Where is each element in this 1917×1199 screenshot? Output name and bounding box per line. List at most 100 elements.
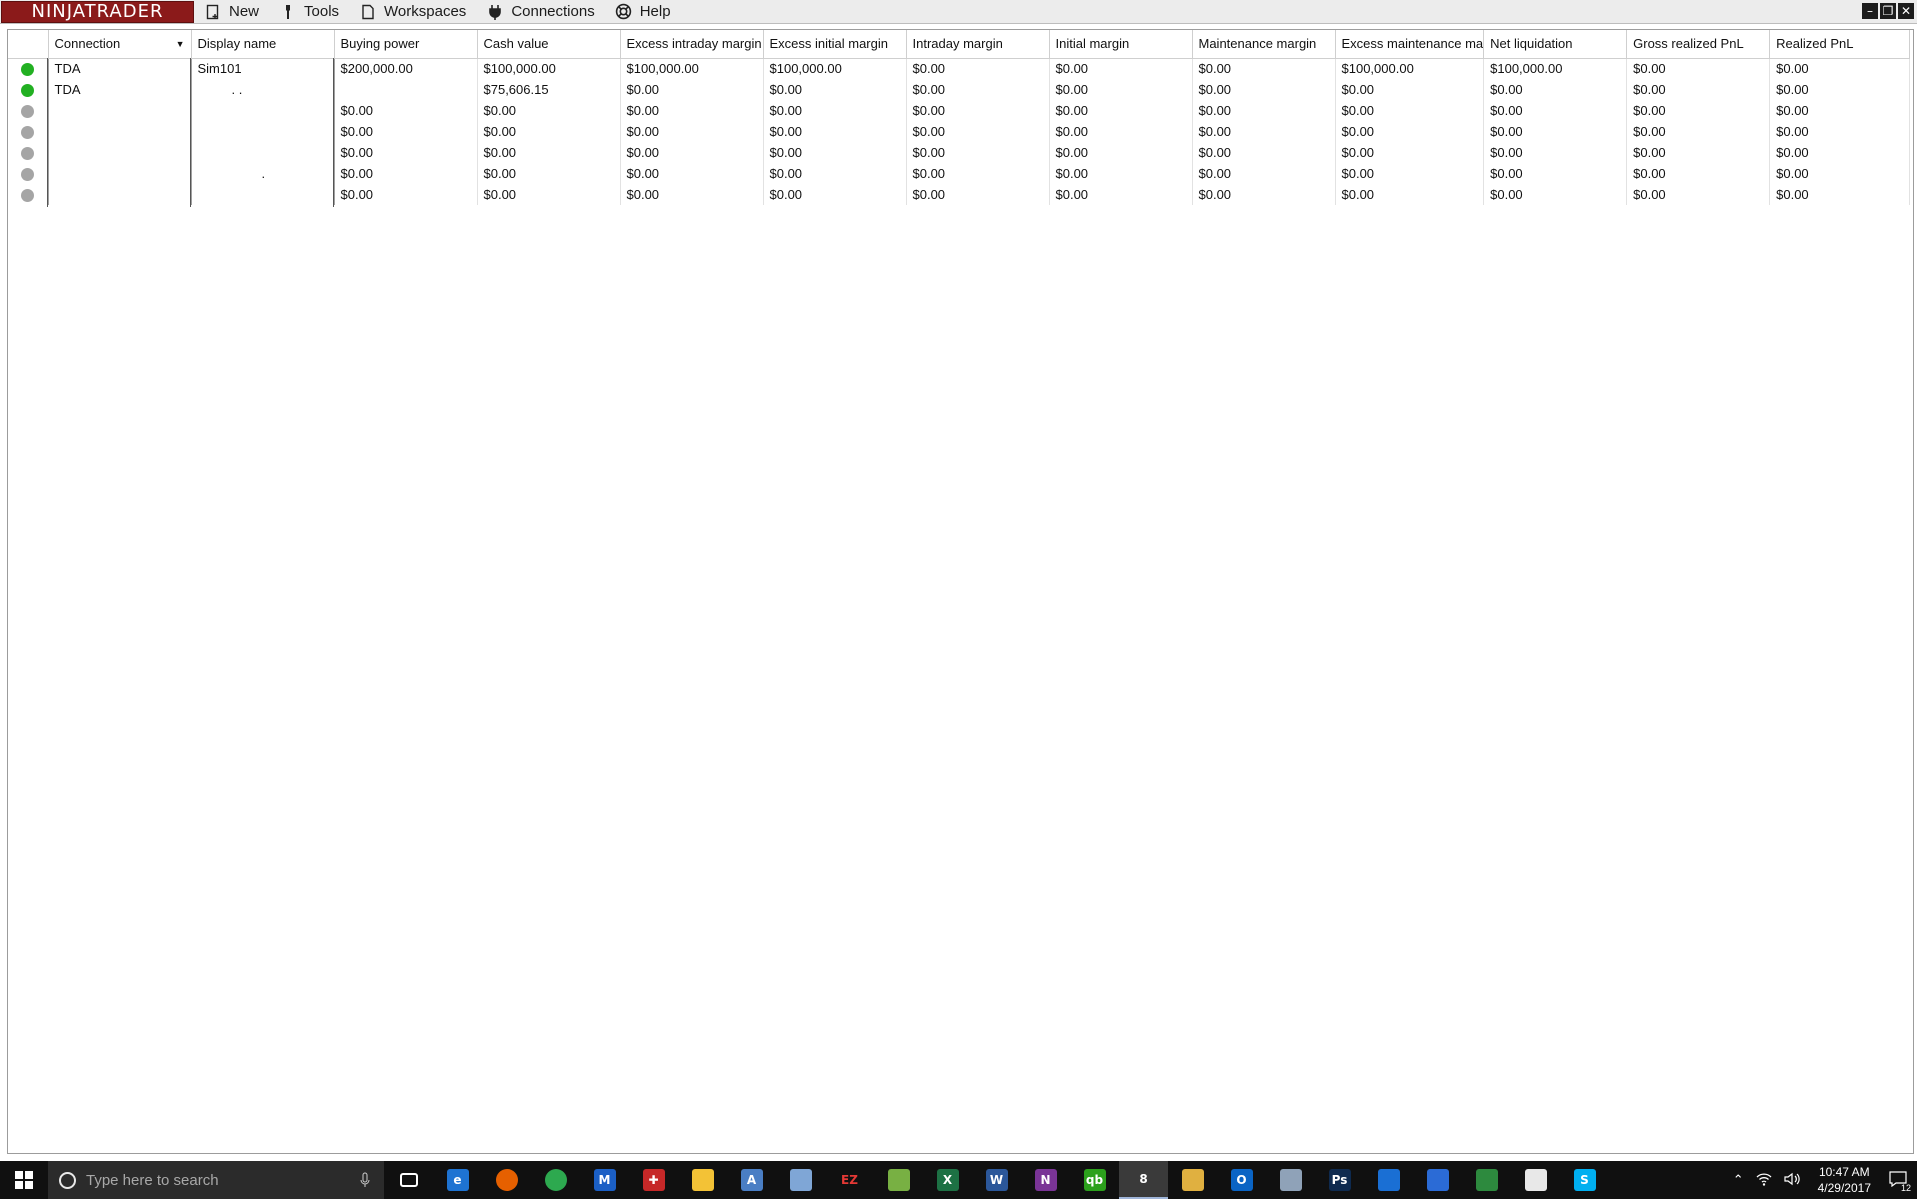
menu-tools[interactable]: Tools	[269, 1, 349, 23]
workspaces-icon	[359, 3, 377, 21]
column-header-cash-value[interactable]: Cash value	[477, 30, 621, 59]
taskbar-app-button[interactable]: N	[1021, 1161, 1070, 1199]
taskbar-app-button[interactable]	[1413, 1161, 1462, 1199]
taskbar-app-button[interactable]	[482, 1161, 531, 1199]
menu-connections[interactable]: Connections	[476, 1, 604, 23]
connections-icon	[486, 3, 504, 21]
taskbar-app-button[interactable]	[1462, 1161, 1511, 1199]
onenote-icon: N	[1034, 1169, 1057, 1191]
column-header-maintenance-margin[interactable]: Maintenance margin	[1192, 30, 1336, 59]
taskbar-app-button[interactable]	[531, 1161, 580, 1199]
taskbar-app-button[interactable]: A	[727, 1161, 776, 1199]
taskbar-app-button[interactable]	[1511, 1161, 1560, 1199]
column-header-connection[interactable]: Connection ▼	[48, 30, 192, 59]
taskbar-app-button[interactable]	[1168, 1161, 1217, 1199]
cortana-icon	[59, 1171, 76, 1189]
notification-count: 12	[1900, 1182, 1911, 1193]
column-header-intraday-margin[interactable]: Intraday margin	[906, 30, 1050, 59]
column-header-excess-maintenance-margin[interactable]: Excess maintenance ma	[1335, 30, 1485, 59]
clock-time: 10:47 AM	[1818, 1165, 1870, 1179]
taskbar-app-button[interactable]	[678, 1161, 727, 1199]
defender-icon	[1377, 1169, 1400, 1191]
taskbar-app-button[interactable]: O	[1217, 1161, 1266, 1199]
taskbar-app-button[interactable]: ✚	[629, 1161, 678, 1199]
taskbar-app-button[interactable]: qb	[1070, 1161, 1119, 1199]
firefox-icon	[495, 1169, 518, 1191]
taskbar-search-placeholder: Type here to search	[86, 1171, 219, 1189]
app-doc-icon: A	[740, 1169, 763, 1191]
skype-icon: S	[1573, 1169, 1596, 1191]
start-button[interactable]	[0, 1161, 48, 1199]
column-header-connection-label: Connection	[54, 36, 121, 52]
column-header-realized-pnl[interactable]: Realized PnL	[1769, 30, 1911, 59]
ez-icon: EZ	[838, 1169, 861, 1191]
column-header-initial-margin[interactable]: Initial margin	[1049, 30, 1193, 59]
menu-workspaces-label: Workspaces	[384, 3, 467, 20]
taskbar-app-button[interactable]	[776, 1161, 825, 1199]
word-icon: W	[985, 1169, 1008, 1191]
column-header-excess-initial-margin[interactable]: Excess initial margin	[763, 30, 907, 59]
chrome-icon	[544, 1169, 567, 1191]
app-blue-icon	[1426, 1169, 1449, 1191]
app-plane-icon	[1279, 1169, 1302, 1191]
ninjatrader-icon: 8	[1132, 1168, 1155, 1190]
ninjatrader-logo: NINJATRADER	[1, 0, 194, 23]
taskbar-app-button[interactable]: EZ	[825, 1161, 874, 1199]
menu-workspaces[interactable]: Workspaces	[349, 1, 476, 23]
volume-icon[interactable]	[1784, 1172, 1800, 1189]
action-center-icon[interactable]: 12	[1889, 1170, 1911, 1193]
quickbooks-icon: qb	[1083, 1169, 1106, 1191]
network-icon[interactable]	[1756, 1172, 1772, 1189]
taskbar-app-button[interactable]: X	[923, 1161, 972, 1199]
taskbar-app-button[interactable]	[1266, 1161, 1315, 1199]
menu-new[interactable]: New	[194, 1, 269, 23]
restore-icon[interactable]: ❐	[1880, 3, 1896, 19]
app-folder-icon	[1181, 1169, 1204, 1191]
taskbar-app-button[interactable]: Ps	[1315, 1161, 1364, 1199]
taskbar-app-button[interactable]: W	[972, 1161, 1021, 1199]
control-center-menubar: NINJATRADER New Tools Workspaces Connect…	[0, 0, 1917, 24]
app-notes-icon	[789, 1169, 812, 1191]
column-header-buying-power[interactable]: Buying power	[334, 30, 478, 59]
taskbar-app-button[interactable]	[874, 1161, 923, 1199]
accounts-grid: Connection ▼ Display name Buying power Ca…	[7, 29, 1914, 1154]
column-header-gross-realized-pnl[interactable]: Gross realized PnL	[1626, 30, 1771, 59]
taskbar-app-button[interactable]: e	[433, 1161, 482, 1199]
taskbar-app-button[interactable]: 8	[1119, 1161, 1168, 1199]
taskbar-clock[interactable]: 10:47 AM 4/29/2017	[1818, 1164, 1871, 1196]
column-header-excess-intraday-margin[interactable]: Excess intraday margin	[620, 30, 764, 59]
microphone-icon[interactable]	[360, 1172, 370, 1192]
taskbar-app-button[interactable]	[384, 1161, 433, 1199]
menu-connections-label: Connections	[511, 3, 595, 20]
column-header-status[interactable]	[8, 30, 49, 59]
new-icon	[204, 3, 222, 21]
system-tray: ⌃ 10:47 AM 4/29/2017 12	[1727, 1161, 1917, 1199]
taskbar-app-button[interactable]: S	[1560, 1161, 1609, 1199]
task-view-icon	[399, 1173, 418, 1187]
menu-help[interactable]: Help	[605, 1, 681, 23]
column-header-display-name[interactable]: Display name	[191, 30, 335, 59]
column-header-net-liquidation[interactable]: Net liquidation	[1483, 30, 1628, 59]
app-green-chart-icon	[887, 1169, 910, 1191]
app-game-icon	[1475, 1169, 1498, 1191]
help-icon	[615, 3, 633, 21]
table-header-row: Connection ▼ Display name Buying power Ca…	[8, 30, 1911, 59]
minimize-icon[interactable]: –	[1862, 3, 1878, 19]
windows-logo-icon	[15, 1171, 33, 1189]
app-film-icon	[1524, 1169, 1547, 1191]
taskbar-search-box[interactable]: Type here to search	[48, 1161, 384, 1199]
taskbar-app-button[interactable]	[1364, 1161, 1413, 1199]
sort-descending-icon: ▼	[175, 39, 185, 49]
photoshop-icon: Ps	[1328, 1169, 1351, 1191]
edge-icon: e	[446, 1169, 469, 1191]
clock-date: 4/29/2017	[1817, 1181, 1871, 1195]
excel-icon: X	[936, 1169, 959, 1191]
window-controls: – ❐ ✕	[1862, 3, 1914, 19]
menu-tools-label: Tools	[304, 3, 340, 20]
show-hidden-icons-icon[interactable]: ⌃	[1733, 1172, 1744, 1188]
file-explorer-icon	[691, 1169, 714, 1191]
taskbar-pinned-apps: e M ✚ A EZ X W Nqb 8 O Ps S	[384, 1161, 1609, 1199]
close-icon[interactable]: ✕	[1898, 3, 1914, 19]
taskbar-app-button[interactable]: M	[580, 1161, 629, 1199]
windows-taskbar: Type here to search e M ✚ A EZ X W Nqb 8 O Ps S ⌃ 1…	[0, 1161, 1917, 1199]
